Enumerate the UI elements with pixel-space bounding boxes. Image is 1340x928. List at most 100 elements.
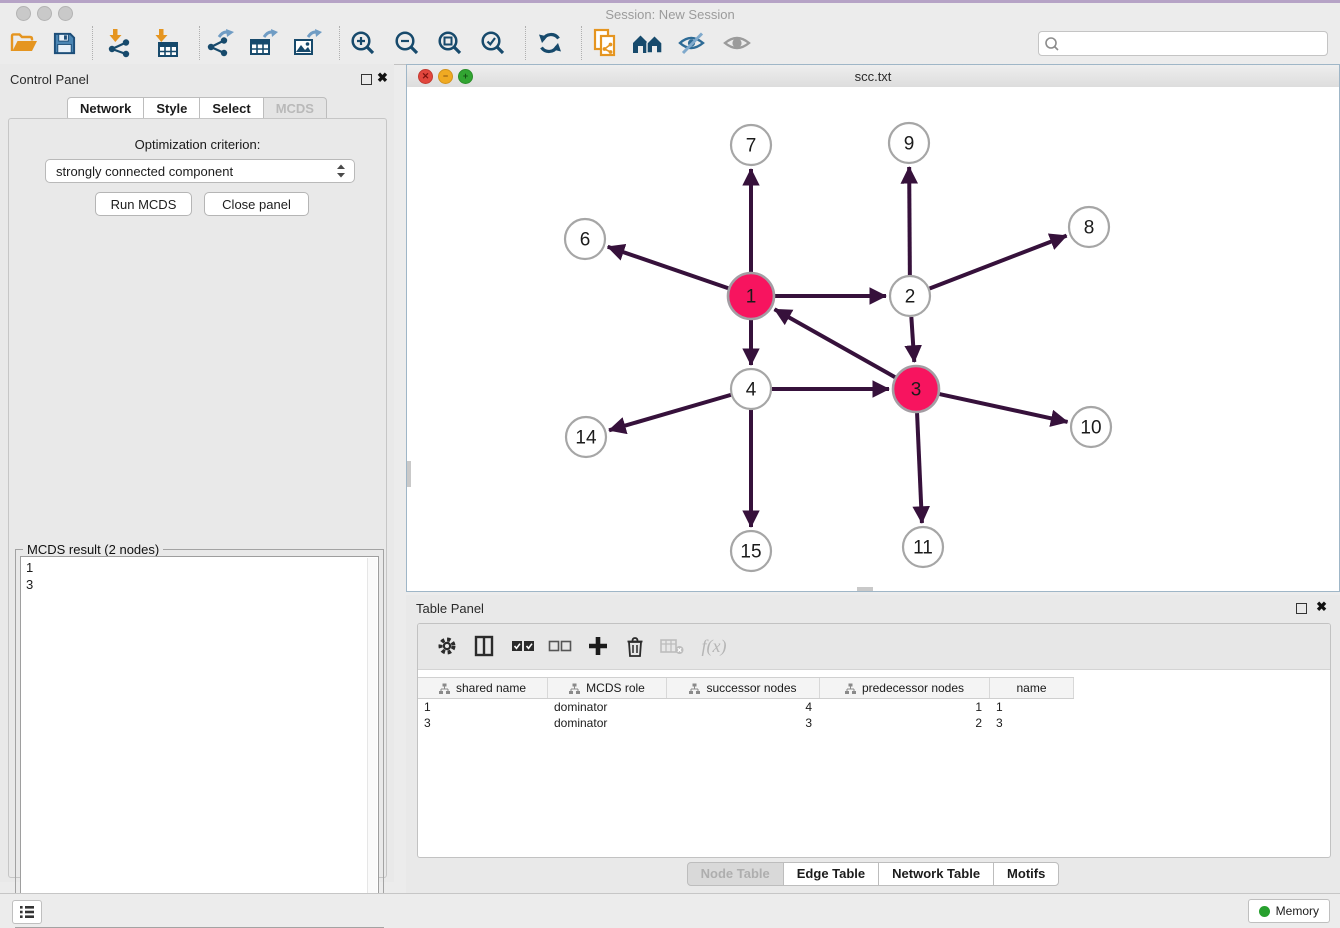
column-type-icon	[439, 683, 450, 694]
deselect-all-columns-button[interactable]	[545, 631, 575, 661]
network-frame: ✕ − + scc.txt 7 9 6 8 1 2 4 3 14 10 15 11	[406, 64, 1340, 592]
import-table-icon	[150, 28, 180, 58]
split-column-icon	[474, 635, 494, 657]
graph-node-8[interactable]: 8	[1069, 207, 1109, 247]
memory-button[interactable]: Memory	[1248, 899, 1330, 923]
zoom-fit-button[interactable]	[434, 27, 466, 59]
edge-3-11[interactable]	[917, 413, 922, 523]
float-table-panel-icon[interactable]	[1296, 603, 1307, 614]
column-header-MCDS-role[interactable]: MCDS role	[548, 678, 667, 698]
graph-node-14[interactable]: 14	[566, 417, 606, 457]
graph-node-11[interactable]: 11	[903, 527, 943, 567]
save-session-button[interactable]	[48, 27, 80, 59]
search-input[interactable]	[1063, 35, 1327, 52]
close-table-panel-icon[interactable]: ✖	[1316, 599, 1327, 615]
show-column-button[interactable]	[469, 631, 499, 661]
graph-node-1[interactable]: 1	[728, 273, 774, 319]
delete-table-icon	[660, 637, 684, 655]
zoom-selected-button[interactable]	[477, 27, 509, 59]
mcds-result-area[interactable]: 1 3	[20, 556, 379, 923]
edge-2-3[interactable]	[911, 317, 914, 362]
tab-edge-table[interactable]: Edge Table	[783, 862, 879, 886]
create-column-button[interactable]	[583, 631, 613, 661]
column-type-icon	[569, 683, 580, 694]
refresh-layout-button[interactable]	[534, 27, 566, 59]
import-network-icon	[104, 28, 134, 58]
table-cell: 4	[667, 699, 820, 715]
table-cell: 1	[418, 699, 548, 715]
graph-node-15[interactable]: 15	[731, 531, 771, 571]
graph-node-3[interactable]: 3	[893, 366, 939, 412]
column-header-label: predecessor nodes	[862, 681, 964, 695]
import-table-button[interactable]	[149, 27, 181, 59]
edge-2-9[interactable]	[909, 167, 910, 275]
export-table-button[interactable]	[247, 27, 279, 59]
edge-2-8[interactable]	[930, 236, 1067, 289]
export-image-button[interactable]	[291, 27, 323, 59]
run-mcds-button[interactable]: Run MCDS	[95, 192, 192, 216]
float-panel-icon[interactable]	[361, 74, 372, 85]
export-network-icon	[205, 28, 235, 58]
add-column-icon	[588, 636, 608, 656]
show-graphics-details-icon	[678, 30, 706, 56]
eye-disabled-button[interactable]	[721, 27, 753, 59]
graph-node-4[interactable]: 4	[731, 369, 771, 409]
tab-motifs[interactable]: Motifs	[993, 862, 1059, 886]
edge-1-6[interactable]	[608, 247, 729, 288]
open-file-icon	[10, 31, 38, 55]
toolbar-separator	[525, 26, 526, 60]
toolbar-separator	[199, 26, 200, 60]
optimization-criterion-label: Optimization criterion:	[9, 137, 386, 152]
delete-column-button[interactable]	[620, 631, 650, 661]
column-header-predecessor-nodes[interactable]: predecessor nodes	[820, 678, 990, 698]
open-file-button[interactable]	[8, 27, 40, 59]
table-row[interactable]: 1dominator411	[418, 699, 1074, 715]
tab-node-table[interactable]: Node Table	[687, 862, 784, 886]
graph-node-9[interactable]: 9	[889, 123, 929, 163]
toolbar-separator	[339, 26, 340, 60]
column-header-shared-name[interactable]: shared name	[418, 678, 548, 698]
splitter-grip-bottom[interactable]	[857, 587, 873, 591]
column-type-icon	[845, 683, 856, 694]
svg-text:7: 7	[746, 136, 757, 157]
graph-node-6[interactable]: 6	[565, 219, 605, 259]
zoom-out-button[interactable]	[391, 27, 423, 59]
tab-network-table[interactable]: Network Table	[878, 862, 994, 886]
select-all-columns-button[interactable]	[508, 631, 538, 661]
edge-3-1[interactable]	[775, 309, 896, 377]
function-builder-button[interactable]: f(x)	[694, 631, 734, 661]
mcds-result-title: MCDS result (2 nodes)	[23, 542, 163, 557]
first-neighbors-button[interactable]	[632, 27, 664, 59]
column-header-label: MCDS role	[586, 681, 645, 695]
zoom-in-button[interactable]	[347, 27, 379, 59]
show-graphics-details-button[interactable]	[676, 27, 708, 59]
export-network-button[interactable]	[204, 27, 236, 59]
svg-text:14: 14	[575, 428, 597, 449]
table-row[interactable]: 3dominator323	[418, 715, 1074, 731]
gear-icon	[436, 635, 458, 657]
close-panel-button[interactable]: Close panel	[204, 192, 309, 216]
graph-node-7[interactable]: 7	[731, 125, 771, 165]
eye-disabled-icon	[723, 32, 751, 54]
delete-table-button[interactable]	[657, 631, 687, 661]
network-graph[interactable]: 7 9 6 8 1 2 4 3 14 10 15 11	[407, 87, 1339, 591]
splitter-grip-left[interactable]	[407, 461, 411, 487]
graph-node-2[interactable]: 2	[890, 276, 930, 316]
edge-3-10[interactable]	[939, 394, 1067, 422]
result-scrollbar[interactable]	[367, 558, 377, 921]
column-header-name[interactable]: name	[990, 678, 1074, 698]
table-settings-button[interactable]	[432, 631, 462, 661]
column-header-successor-nodes[interactable]: successor nodes	[667, 678, 820, 698]
table-cell: dominator	[548, 699, 667, 715]
network-canvas[interactable]: 7 9 6 8 1 2 4 3 14 10 15 11	[407, 87, 1339, 591]
clone-network-button[interactable]	[589, 27, 621, 59]
edge-4-14[interactable]	[609, 395, 731, 430]
column-header-label: successor nodes	[706, 681, 796, 695]
network-frame-titlebar[interactable]: ✕ − + scc.txt	[407, 65, 1339, 88]
criterion-select[interactable]: strongly connected component	[45, 159, 355, 183]
close-panel-icon[interactable]: ✖	[377, 70, 388, 86]
graph-node-10[interactable]: 10	[1071, 407, 1111, 447]
import-network-button[interactable]	[103, 27, 135, 59]
search-field[interactable]	[1038, 31, 1328, 56]
task-history-button[interactable]	[12, 900, 42, 924]
